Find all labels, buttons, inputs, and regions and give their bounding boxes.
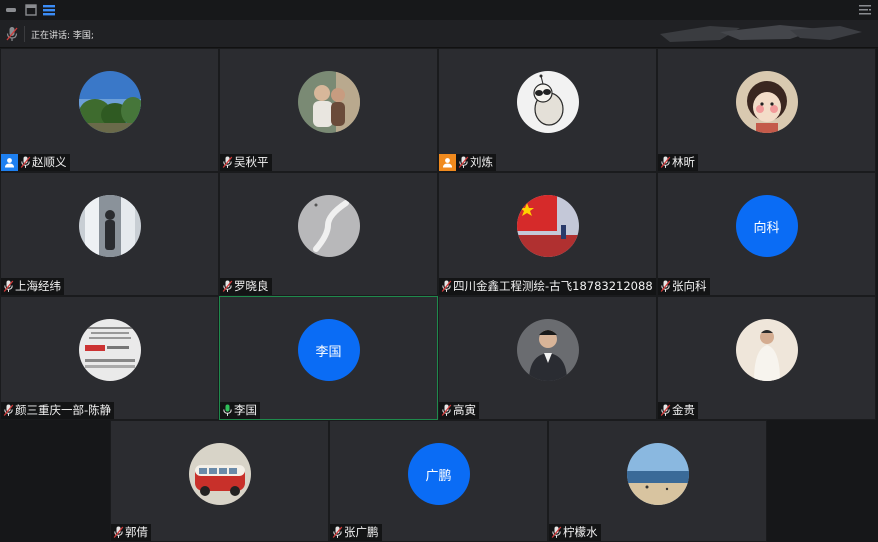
mic-muted-icon (332, 526, 343, 538)
avatar (78, 319, 141, 381)
name-tag: 上海经纬 (1, 278, 64, 295)
minimize-icon[interactable] (4, 3, 18, 17)
cohost-badge-icon (439, 154, 456, 171)
name-tag: 吴秋平 (220, 154, 272, 171)
avatar-initials: 广鹏 (407, 443, 470, 505)
mic-muted-icon (113, 526, 124, 538)
name-tag: 郭倩 (111, 524, 151, 541)
participant-tile[interactable]: 柠檬水 (548, 420, 767, 542)
name-tag: 高寅 (439, 402, 479, 419)
avatar (516, 71, 579, 133)
participant-name: 张广鹏 (344, 525, 379, 539)
avatar (516, 195, 579, 257)
participant-name: 林昕 (672, 155, 695, 169)
participant-name: 柠檬水 (563, 525, 598, 539)
avatar-initials: 向科 (735, 195, 798, 257)
window-icon[interactable] (24, 3, 38, 17)
mic-muted-icon (660, 404, 671, 416)
status-divider (24, 26, 25, 42)
decorative-banner (660, 25, 862, 42)
participant-name: 高寅 (453, 403, 476, 417)
avatar (735, 319, 798, 381)
title-bar (0, 0, 878, 20)
participant-name: 颜三重庆一部-陈静 (15, 403, 112, 417)
participant-tile[interactable]: 罗晓良 (219, 172, 438, 296)
mic-muted-icon (660, 280, 671, 292)
mic-muted-icon (222, 156, 233, 168)
name-tag: 金贵 (658, 402, 698, 419)
host-badge-icon (1, 154, 18, 171)
speaking-status-text: 正在讲话: 李国; (31, 31, 94, 41)
menu-icon[interactable] (858, 3, 872, 17)
participant-tile[interactable]: 高寅 (438, 296, 657, 420)
participant-name: 罗晓良 (234, 279, 269, 293)
mic-muted-icon (3, 404, 14, 416)
mic-muted-icon (441, 404, 452, 416)
name-tag: 四川金鑫工程测绘-古飞18783212088 (439, 278, 656, 295)
participant-name: 郭倩 (125, 525, 148, 539)
speaker-mic-icon (6, 27, 18, 41)
participant-name: 金贵 (672, 403, 695, 417)
mic-muted-icon (222, 280, 233, 292)
participant-tile[interactable]: 四川金鑫工程测绘-古飞18783212088 (438, 172, 657, 296)
name-tag: 张广鹏 (330, 524, 382, 541)
mic-muted-icon (20, 156, 31, 168)
avatar (78, 195, 141, 257)
name-tag: 刘炼 (439, 154, 496, 171)
participant-name: 李国 (234, 403, 257, 417)
participant-name: 赵顺义 (32, 155, 67, 169)
participant-tile[interactable]: 郭倩 (110, 420, 329, 542)
participant-tile[interactable]: 广鹏 张广鹏 (329, 420, 548, 542)
participant-tile[interactable]: 上海经纬 (0, 172, 219, 296)
mic-active-icon (223, 404, 232, 416)
mic-muted-icon (458, 156, 469, 168)
participant-tile[interactable]: 金贵 (657, 296, 876, 420)
participant-tile[interactable]: 刘炼 (438, 48, 657, 172)
video-grid: 赵顺义 吴秋平 刘炼 林昕 上海经纬 罗晓良 四川金鑫工程测绘-古飞187832… (0, 48, 878, 542)
participant-name: 上海经纬 (15, 279, 61, 293)
participant-name: 张向科 (672, 279, 707, 293)
name-tag: 颜三重庆一部-陈静 (1, 402, 115, 419)
participant-tile[interactable]: 林昕 (657, 48, 876, 172)
mic-muted-icon (551, 526, 562, 538)
name-tag: 林昕 (658, 154, 698, 171)
avatar (626, 443, 689, 505)
avatar (188, 443, 251, 505)
participant-tile[interactable]: 吴秋平 (219, 48, 438, 172)
participant-tile[interactable]: 颜三重庆一部-陈静 (0, 296, 219, 420)
participant-name: 刘炼 (470, 155, 493, 169)
participant-tile[interactable]: 向科 张向科 (657, 172, 876, 296)
speaking-status-bar: 正在讲话: 李国; (0, 20, 878, 48)
avatar (78, 71, 141, 133)
avatar (516, 319, 579, 381)
mic-muted-icon (3, 280, 14, 292)
avatar-initials: 李国 (297, 319, 360, 381)
name-tag: 张向科 (658, 278, 710, 295)
participant-tile-speaking[interactable]: 李国 李国 (219, 296, 438, 420)
layout-list-icon[interactable] (42, 3, 56, 17)
avatar (297, 71, 360, 133)
participant-name: 吴秋平 (234, 155, 269, 169)
avatar (297, 195, 360, 257)
mic-muted-icon (660, 156, 671, 168)
name-tag: 罗晓良 (220, 278, 272, 295)
name-tag: 赵顺义 (1, 154, 70, 171)
avatar (735, 71, 798, 133)
participant-name: 四川金鑫工程测绘-古飞18783212088 (453, 279, 653, 293)
name-tag: 柠檬水 (549, 524, 601, 541)
participant-tile[interactable]: 赵顺义 (0, 48, 219, 172)
mic-muted-icon (441, 280, 452, 292)
name-tag: 李国 (220, 402, 260, 419)
